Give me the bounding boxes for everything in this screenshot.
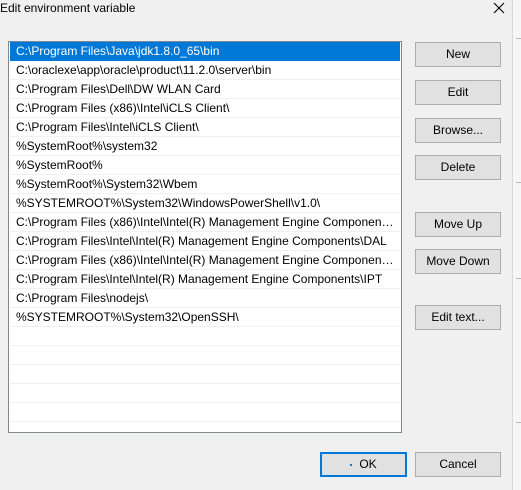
list-item[interactable]: C:\Program Files\Java\jdk1.8.0_65\bin	[10, 42, 400, 61]
move-up-button[interactable]: Move Up	[415, 212, 501, 237]
move-down-button[interactable]: Move Down	[415, 249, 501, 274]
list-item[interactable]: C:\Program Files (x86)\Intel\iCLS Client…	[10, 99, 400, 118]
edge-divider	[516, 278, 521, 279]
edit-text-button[interactable]: Edit text...	[415, 305, 501, 330]
list-item[interactable]: C:\Program Files (x86)\Intel\Intel(R) Ma…	[10, 251, 400, 270]
empty-row[interactable]	[10, 403, 400, 422]
window-title: Edit environment variable	[0, 1, 136, 15]
list-item[interactable]: C:\Program Files\Intel\iCLS Client\	[10, 118, 400, 137]
list-item[interactable]: %SystemRoot%	[10, 156, 400, 175]
list-item[interactable]: C:\Program Files\Dell\DW WLAN Card	[10, 80, 400, 99]
empty-row[interactable]	[10, 346, 400, 365]
ok-button[interactable]: OK	[320, 452, 407, 477]
cancel-button[interactable]: Cancel	[415, 452, 501, 477]
browse-button[interactable]: Browse...	[415, 118, 501, 143]
edge-divider	[516, 422, 521, 423]
ok-button-label: OK	[359, 457, 377, 471]
edit-button[interactable]: Edit	[415, 80, 501, 105]
close-icon	[493, 2, 505, 14]
list-item[interactable]: %SYSTEMROOT%\System32\WindowsPowerShell\…	[10, 194, 400, 213]
close-button[interactable]	[486, 0, 512, 16]
list-item[interactable]: C:\Program Files\Intel\Intel(R) Manageme…	[10, 270, 400, 289]
list-item[interactable]: C:\Program Files\Intel\Intel(R) Manageme…	[10, 232, 400, 251]
list-item[interactable]: C:\oraclexe\app\oracle\product\11.2.0\se…	[10, 61, 400, 80]
edit-environment-variable-dialog: Edit environment variable C:\Program Fil…	[0, 0, 512, 490]
empty-row[interactable]	[10, 327, 400, 346]
list-item[interactable]: %SystemRoot%\system32	[10, 137, 400, 156]
empty-row[interactable]	[10, 384, 400, 403]
list-item[interactable]: C:\Program Files (x86)\Intel\Intel(R) Ma…	[10, 213, 400, 232]
list-item[interactable]: %SystemRoot%\System32\Wbem	[10, 175, 400, 194]
background-window-edge	[512, 0, 521, 490]
list-item[interactable]: C:\Program Files\nodejs\	[10, 289, 400, 308]
edge-divider	[516, 38, 521, 39]
list-item[interactable]: %SYSTEMROOT%\System32\OpenSSH\	[10, 308, 400, 327]
empty-row[interactable]	[10, 365, 400, 384]
edge-divider	[516, 182, 521, 183]
focus-indicator	[350, 463, 353, 466]
new-button[interactable]: New	[415, 42, 501, 67]
title-bar: Edit environment variable	[0, 0, 512, 18]
path-entries-list[interactable]: C:\Program Files\Java\jdk1.8.0_65\bin C:…	[8, 41, 402, 433]
delete-button[interactable]: Delete	[415, 155, 501, 180]
